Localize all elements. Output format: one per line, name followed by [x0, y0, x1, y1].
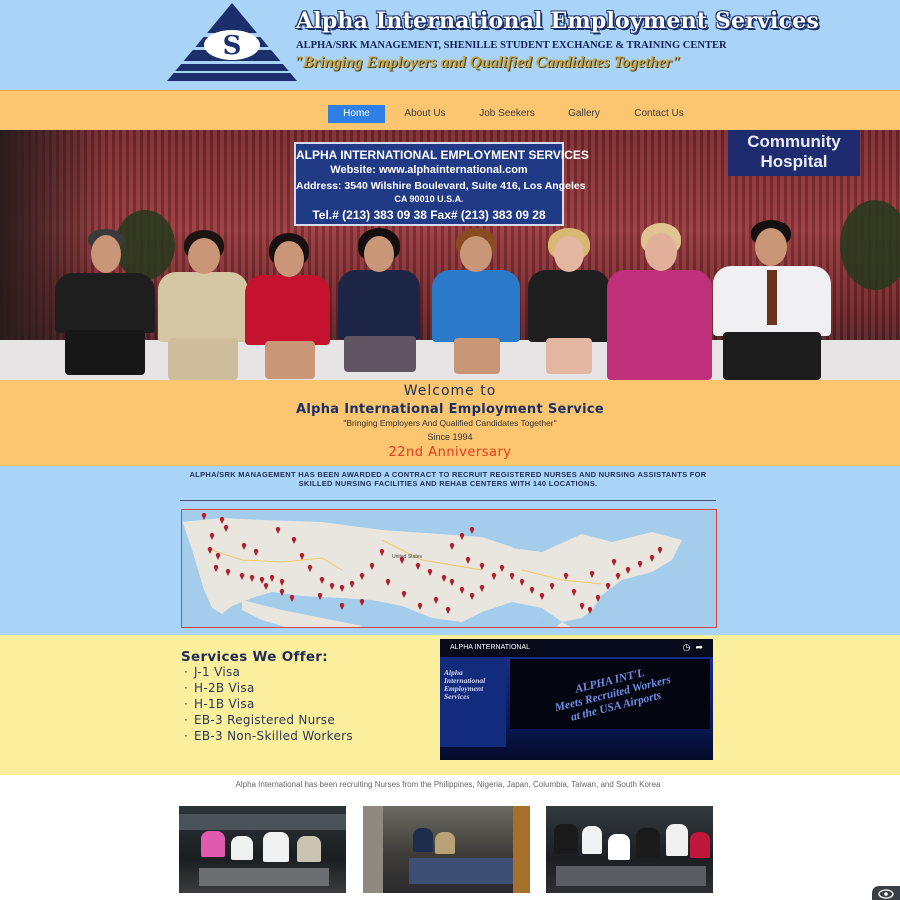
- video-title[interactable]: ALPHA INTERNATIONAL: [450, 644, 530, 651]
- chat-toggle-button[interactable]: [872, 886, 900, 900]
- video-side-line: Services: [444, 692, 470, 701]
- anniversary-label: 22nd Anniversary: [388, 445, 512, 460]
- gallery-photo[interactable]: [363, 806, 530, 893]
- svg-text:·: ·: [542, 620, 544, 626]
- welcome-tagline: "Bringing Employers And Qualified Candid…: [343, 418, 557, 428]
- recruiting-section: Alpha International has been recruiting …: [0, 775, 900, 900]
- service-item: EB-3 Registered Nurse: [184, 713, 424, 727]
- award-announcement: ALPHA/SRK MANAGEMENT HAS BEEN AWARDED A …: [189, 470, 707, 488]
- hero-photo: ALPHA INTERNATIONAL EMPLOYMENT SERVICES …: [0, 130, 900, 380]
- sign-line: ALPHA INTERNATIONAL EMPLOYMENT SERVICES: [296, 148, 589, 162]
- map-country-label: United States: [392, 554, 423, 560]
- map-pin-icon[interactable]: [201, 512, 207, 520]
- sign-line: Address: 3540 Wilshire Boulevard, Suite …: [296, 180, 586, 192]
- site-tagline: "Bringing Employers and Qualified Candid…: [294, 54, 681, 71]
- hospital-sign: Community Hospital: [728, 130, 860, 176]
- nav-home[interactable]: Home: [328, 105, 385, 123]
- map-pin-icon[interactable]: [279, 588, 285, 596]
- site-subtitle: ALPHA/SRK MANAGEMENT, SHENILLE STUDENT E…: [296, 40, 727, 51]
- sign-line: Website: www.alphainternational.com: [330, 164, 528, 176]
- nav-contact-us[interactable]: Contact Us: [627, 105, 691, 123]
- nav-gallery[interactable]: Gallery: [562, 105, 606, 123]
- service-item: H-1B Visa: [184, 697, 424, 711]
- service-item: EB-3 Non-Skilled Workers: [184, 729, 424, 743]
- service-item: J-1 Visa: [184, 665, 424, 679]
- recruiting-note: Alpha International has been recruiting …: [235, 780, 661, 789]
- logo-letter: S: [223, 31, 242, 61]
- triangle-s-logo-icon[interactable]: S: [167, 3, 297, 81]
- map-pin-icon[interactable]: [289, 594, 295, 602]
- clock-icon[interactable]: ◷: [683, 642, 691, 652]
- video-side-text: Alpha International Employment Services: [444, 669, 485, 701]
- services-list: J-1 Visa H-2B Visa H-1B Visa EB-3 Regist…: [184, 665, 424, 745]
- hospital-sign-line: Community: [747, 132, 841, 151]
- services-heading: Services We Offer:: [181, 649, 328, 665]
- eye-icon: [878, 889, 894, 899]
- service-item: H-2B Visa: [184, 681, 424, 695]
- gallery-photo[interactable]: [546, 806, 713, 893]
- sign-line: CA 90010 U.S.A.: [394, 194, 464, 204]
- nav-job-seekers[interactable]: Job Seekers: [474, 105, 540, 123]
- map-pin-icon[interactable]: [339, 602, 345, 610]
- locations-map[interactable]: United States ·: [181, 509, 717, 628]
- share-icon[interactable]: ➦: [695, 642, 703, 652]
- map-pin-icon[interactable]: [359, 598, 365, 606]
- map-pin-icon[interactable]: [587, 606, 593, 614]
- award-section: ALPHA/SRK MANAGEMENT HAS BEEN AWARDED A …: [0, 466, 900, 635]
- site-header: S Alpha International Employment Service…: [0, 0, 900, 90]
- main-nav: Home About Us Job Seekers Gallery Contac…: [0, 90, 900, 130]
- hospital-sign-line: Hospital: [760, 152, 828, 171]
- plant: [115, 210, 175, 280]
- company-sign: ALPHA INTERNATIONAL EMPLOYMENT SERVICES …: [294, 142, 589, 226]
- site-title[interactable]: Alpha International Employment Services: [296, 8, 819, 34]
- nav-about-us[interactable]: About Us: [398, 105, 452, 123]
- services-section: Services We Offer: J-1 Visa H-2B Visa H-…: [0, 635, 900, 775]
- map-canvas: United States ·: [182, 510, 716, 627]
- map-pin-icon[interactable]: [317, 592, 323, 600]
- welcome-company-name: Alpha International Employment Service: [296, 402, 604, 417]
- welcome-heading: Welcome to: [403, 383, 497, 399]
- gallery-photo[interactable]: [179, 806, 346, 893]
- divider: [180, 500, 716, 501]
- welcome-since: Since 1994: [427, 432, 473, 442]
- welcome-section: Welcome to Alpha International Employmen…: [0, 380, 900, 466]
- sign-line: Tel.# (213) 383 09 38 Fax# (213) 383 09 …: [312, 208, 546, 222]
- video-player[interactable]: Alpha International Employment Services …: [440, 639, 713, 760]
- video-controls: ◷ ➦: [683, 642, 703, 653]
